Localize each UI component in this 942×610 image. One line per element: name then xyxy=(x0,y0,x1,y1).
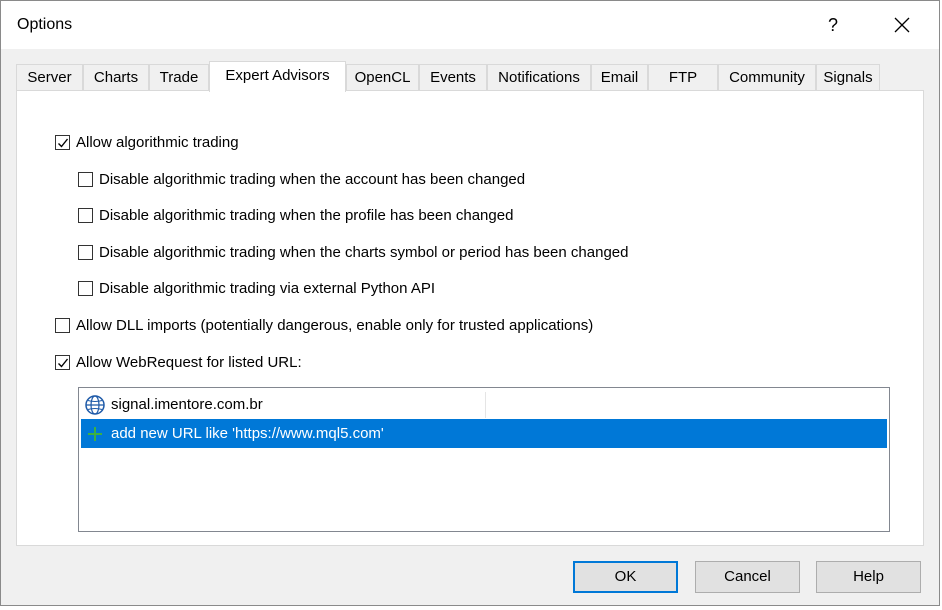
allow-dll-imports-checkbox[interactable] xyxy=(55,317,70,333)
close-icon xyxy=(894,17,910,33)
globe-icon xyxy=(85,394,105,415)
url-list[interactable]: signal.imentore.com.br add new URL like … xyxy=(78,387,890,532)
allow-webrequest-checkbox[interactable] xyxy=(55,354,70,370)
disable-on-profile-change-checkbox[interactable] xyxy=(78,207,93,223)
disable-on-symbol-change-label: Disable algorithmic trading when the cha… xyxy=(99,243,629,261)
disable-python-api-checkbox[interactable] xyxy=(78,280,93,296)
tab-email[interactable]: Email xyxy=(591,64,648,90)
help-question-button[interactable]: ? xyxy=(811,3,855,47)
help-button[interactable]: Help xyxy=(816,561,921,593)
disable-on-profile-change-option[interactable]: Disable algorithmic trading when the pro… xyxy=(78,205,513,225)
url-list-item[interactable]: signal.imentore.com.br xyxy=(81,390,887,419)
tab-server[interactable]: Server xyxy=(16,64,83,90)
tab-events[interactable]: Events xyxy=(419,64,487,90)
close-button[interactable] xyxy=(877,3,927,47)
checkmark-icon xyxy=(58,358,69,368)
allow-algo-trading-checkbox[interactable] xyxy=(55,134,70,150)
tab-ftp[interactable]: FTP xyxy=(648,64,718,90)
disable-on-account-change-label: Disable algorithmic trading when the acc… xyxy=(99,170,526,188)
allow-algo-trading-option[interactable]: Allow algorithmic trading xyxy=(55,132,239,152)
expert-advisors-panel: Allow algorithmic trading Disable algori… xyxy=(16,90,924,546)
disable-on-symbol-change-option[interactable]: Disable algorithmic trading when the cha… xyxy=(78,242,628,262)
add-new-url-row[interactable]: add new URL like 'https://www.mql5.com' xyxy=(81,419,887,448)
tab-opencl[interactable]: OpenCL xyxy=(346,64,419,90)
disable-on-symbol-change-checkbox[interactable] xyxy=(78,244,93,260)
allow-algo-trading-label: Allow algorithmic trading xyxy=(76,133,239,151)
disable-python-api-label: Disable algorithmic trading via external… xyxy=(99,279,436,297)
tab-community[interactable]: Community xyxy=(718,64,816,90)
cancel-button[interactable]: Cancel xyxy=(695,561,800,593)
disable-on-account-change-option[interactable]: Disable algorithmic trading when the acc… xyxy=(78,169,525,189)
tab-charts[interactable]: Charts xyxy=(83,64,149,90)
tab-signals[interactable]: Signals xyxy=(816,64,880,90)
tab-trade[interactable]: Trade xyxy=(149,64,209,90)
allow-webrequest-option[interactable]: Allow WebRequest for listed URL: xyxy=(55,352,302,372)
add-new-url-label: add new URL like 'https://www.mql5.com' xyxy=(111,425,384,442)
disable-on-profile-change-label: Disable algorithmic trading when the pro… xyxy=(99,206,514,224)
tab-expert-advisors[interactable]: Expert Advisors xyxy=(209,61,346,92)
url-text: signal.imentore.com.br xyxy=(111,396,263,413)
checkmark-icon xyxy=(58,138,69,148)
allow-dll-imports-option[interactable]: Allow DLL imports (potentially dangerous… xyxy=(55,315,593,335)
allow-dll-imports-label: Allow DLL imports (potentially dangerous… xyxy=(76,316,594,334)
ok-button[interactable]: OK xyxy=(573,561,678,593)
options-dialog: Options ? Server Charts Trade Expert Adv… xyxy=(0,0,940,606)
column-divider xyxy=(485,392,486,418)
plus-icon xyxy=(88,426,102,441)
window-title: Options xyxy=(17,16,73,33)
title-bar: Options ? xyxy=(1,1,939,49)
allow-webrequest-label: Allow WebRequest for listed URL: xyxy=(76,353,302,371)
disable-on-account-change-checkbox[interactable] xyxy=(78,171,93,187)
disable-python-api-option[interactable]: Disable algorithmic trading via external… xyxy=(78,278,435,298)
tab-notifications[interactable]: Notifications xyxy=(487,64,591,90)
